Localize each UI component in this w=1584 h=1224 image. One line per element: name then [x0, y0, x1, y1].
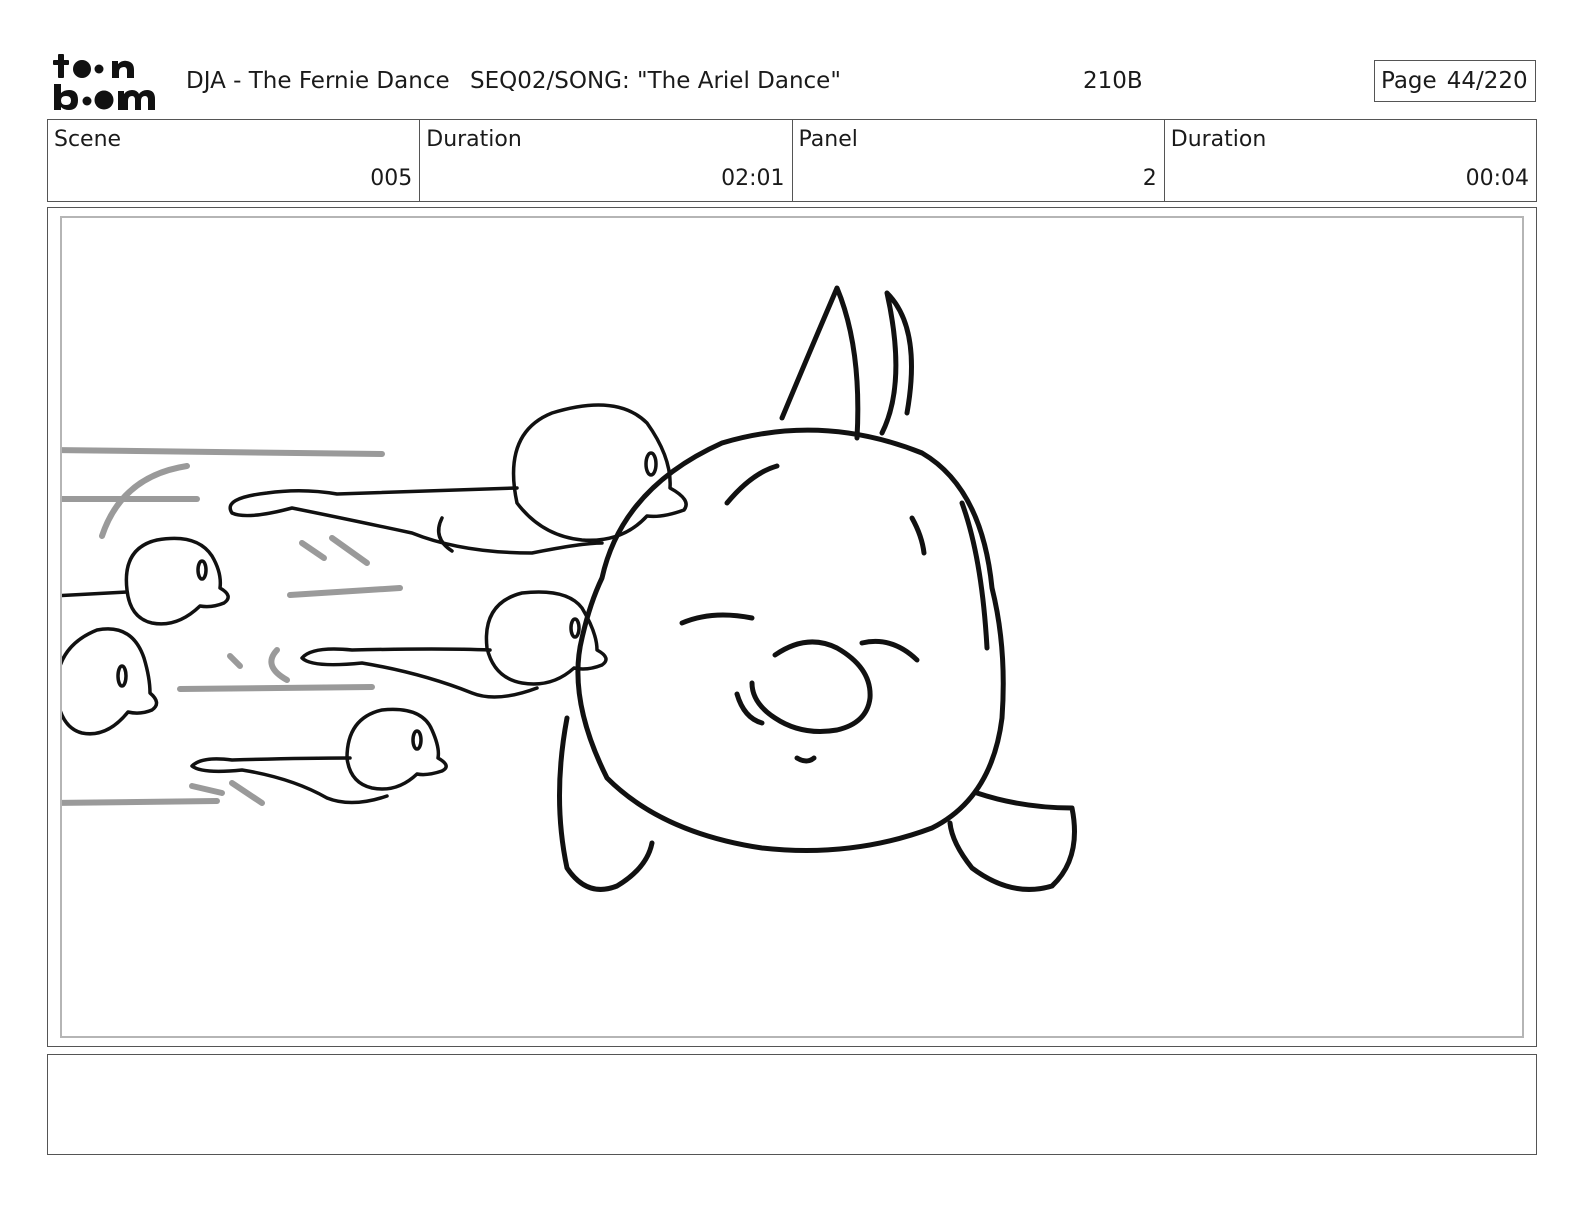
panel-value: 2 [1142, 166, 1157, 191]
panel-duration-cell: Duration 00:04 [1165, 120, 1536, 201]
page-label: Page [1381, 68, 1437, 94]
panel-cell: Panel 2 [793, 120, 1165, 201]
scene-info-table: Scene 005 Duration 02:01 Panel 2 Duratio… [47, 119, 1537, 202]
panel-notes-box[interactable] [47, 1054, 1537, 1155]
scene-cell: Scene 005 [48, 120, 421, 201]
scene-duration-cell: Duration 02:01 [420, 120, 793, 201]
scene-duration-label: Duration [426, 127, 522, 152]
page-number: 44/220 [1446, 68, 1528, 94]
scene-duration-value: 02:01 [721, 166, 785, 191]
storyboard-sketch-image [62, 285, 1077, 892]
storyboard-panel[interactable] [47, 207, 1537, 1047]
panel-duration-label: Duration [1170, 127, 1267, 152]
scene-value: 005 [370, 166, 413, 191]
panel-duration-value: 00:04 [1465, 166, 1529, 191]
scene-label: Scene [54, 127, 122, 152]
project-title: DJA - The Fernie Dance [186, 68, 450, 94]
panel-drawing-area[interactable] [60, 216, 1524, 1038]
panel-label: Panel [798, 127, 858, 152]
page-indicator: Page 44/220 [1374, 60, 1536, 102]
sequence-title: SEQ02/SONG: "The Ariel Dance" [470, 68, 841, 94]
toon-boom-logo [53, 54, 155, 110]
panel-code: 210B [1083, 68, 1143, 94]
